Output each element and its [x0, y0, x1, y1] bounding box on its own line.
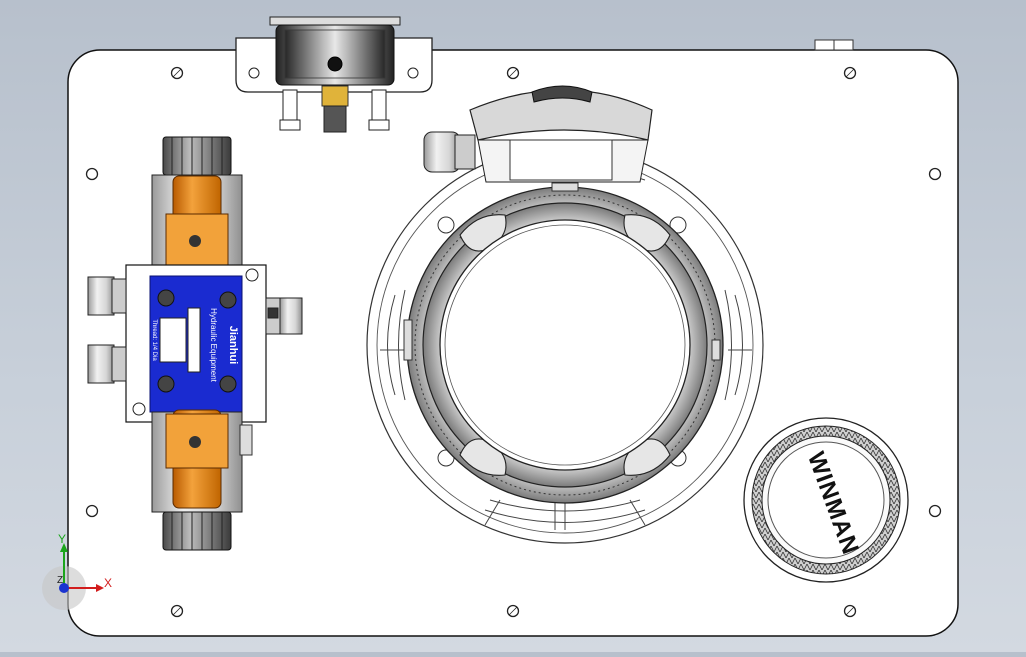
valve-model: Thread: 1/4 Dia: [151, 319, 157, 361]
coil-screw-icon: [189, 436, 201, 448]
axis-z-label: Z: [57, 575, 63, 586]
axis-x-label: X: [104, 576, 112, 590]
cad-drawing[interactable]: Jianhui Hydraulic Equipment Thread: 1/4 …: [0, 0, 1026, 652]
rotary-actuator[interactable]: [366, 146, 764, 544]
gauge-center-icon: [327, 56, 343, 72]
coil-screw-icon: [189, 235, 201, 247]
valve-subtitle: Hydraulic Equipment: [209, 308, 218, 383]
valve-brand: Jianhui: [227, 326, 239, 365]
winman-cap[interactable]: WINMAN: [743, 417, 909, 583]
axis-y-label: Y: [58, 532, 66, 546]
cad-viewport[interactable]: Jianhui Hydraulic Equipment Thread: 1/4 …: [0, 0, 1026, 652]
